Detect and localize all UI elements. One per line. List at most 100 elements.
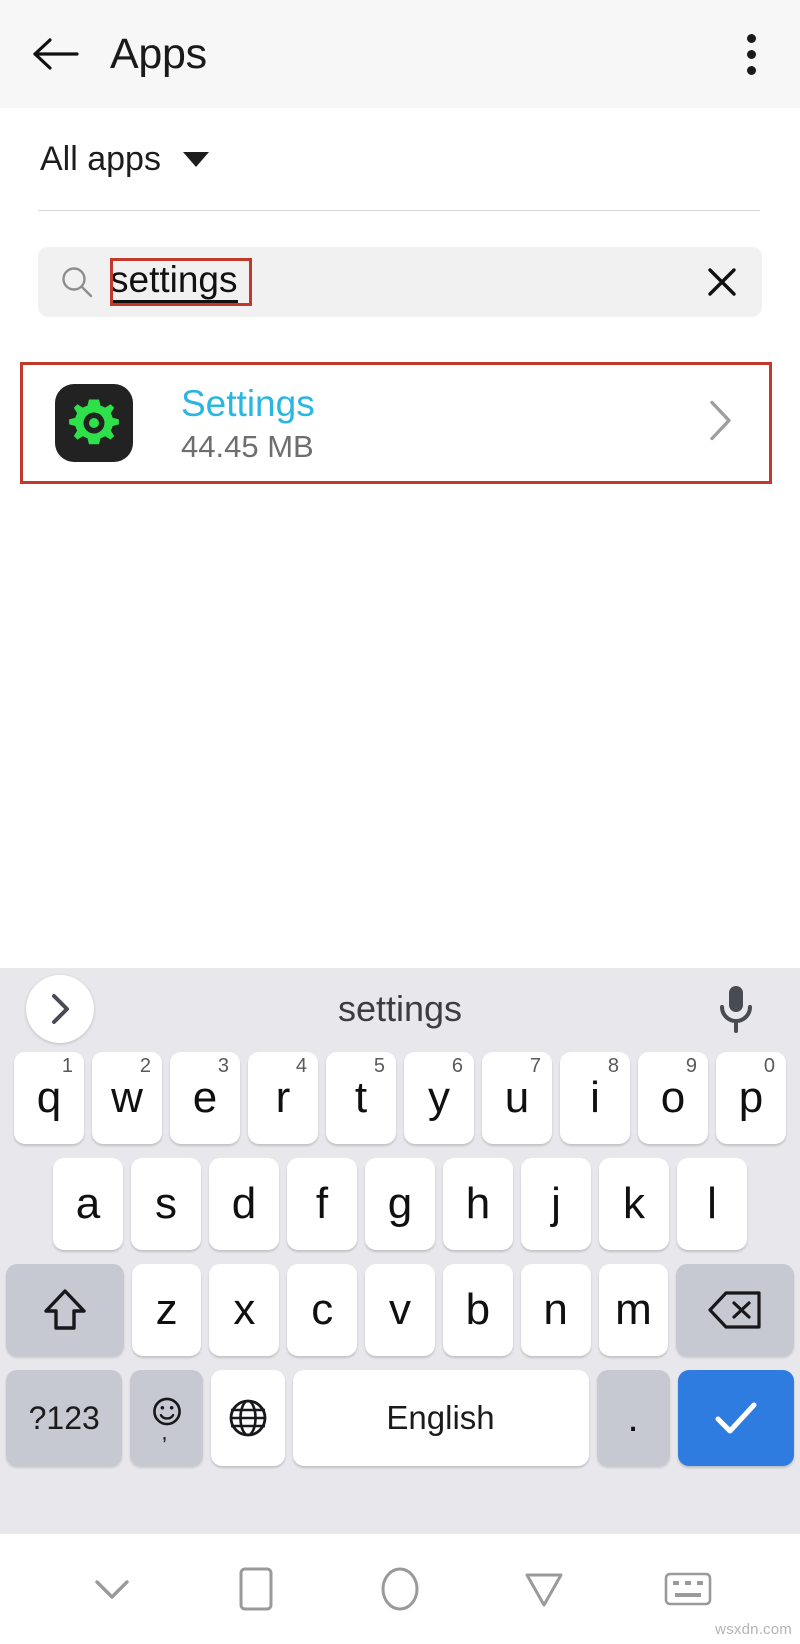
shift-key[interactable] (5, 1264, 124, 1356)
keyboard-row-1: 1 q 2 w 3 e 4 r 5 t 6 y 7 u 8 i 9 o 0 p (6, 1052, 794, 1144)
overflow-menu-button[interactable] (724, 22, 778, 86)
key-k[interactable]: k (599, 1158, 669, 1250)
key-label: e (192, 1073, 218, 1122)
key-i[interactable]: 8 i (560, 1052, 630, 1144)
search-bar[interactable]: settings (38, 247, 762, 317)
keyboard-rows: 1 q 2 w 3 e 4 r 5 t 6 y 7 u 8 i 9 o 0 p … (0, 1052, 800, 1466)
key-b[interactable]: b (442, 1264, 513, 1356)
keyboard-row-2: a s d f g h j k l (6, 1158, 794, 1250)
svg-text:,: , (161, 1419, 167, 1444)
app-result-title: Settings (181, 382, 315, 424)
keyboard-row-4: ?123 , English . (6, 1370, 795, 1466)
switch-keyboard-button[interactable] (646, 1549, 730, 1629)
key-h[interactable]: h (443, 1158, 513, 1250)
circle-icon (381, 1567, 419, 1611)
enter-key[interactable] (677, 1370, 795, 1466)
search-input-wrap[interactable]: settings (110, 247, 682, 317)
key-z[interactable]: z (131, 1264, 202, 1356)
search-icon (62, 267, 93, 298)
emoji-key[interactable]: , (130, 1370, 204, 1466)
key-o[interactable]: 9 o (638, 1052, 708, 1144)
filter-label: All apps (40, 140, 161, 178)
spacebar-key[interactable]: English (292, 1370, 589, 1466)
app-result-row-settings[interactable]: Settings 44.45 MB (20, 362, 772, 484)
key-s[interactable]: s (131, 1158, 201, 1250)
period-key[interactable]: . (596, 1370, 670, 1466)
key-t[interactable]: 5 t (326, 1052, 396, 1144)
more-vertical-icon-dot (746, 65, 756, 75)
key-label: o (660, 1073, 686, 1122)
microphone-icon (720, 986, 752, 1033)
key-hint: 2 (139, 1055, 151, 1077)
key-r[interactable]: 4 r (248, 1052, 318, 1144)
phone-screen: Apps All apps settings Settings 44.45 MB… (0, 0, 800, 1644)
system-navigation-bar (0, 1534, 800, 1644)
voice-input-button[interactable] (710, 980, 762, 1038)
key-label: p (738, 1073, 764, 1122)
clear-search-button[interactable] (682, 247, 762, 317)
key-hint: 0 (763, 1055, 775, 1077)
key-y[interactable]: 6 y (404, 1052, 474, 1144)
keyboard-suggestion-bar: settings (0, 968, 800, 1050)
key-v[interactable]: v (365, 1264, 435, 1356)
chevron-right-icon (710, 400, 731, 441)
key-label: y (428, 1073, 450, 1122)
symbols-key[interactable]: ?123 (6, 1370, 123, 1466)
chevron-down-icon (95, 1580, 129, 1599)
caret-down-icon (182, 152, 209, 167)
recents-button[interactable] (214, 1549, 298, 1629)
app-result-size: 44.45 MB (181, 428, 314, 464)
gear-icon (69, 399, 119, 445)
key-hint: 9 (685, 1055, 697, 1077)
globe-language-icon (229, 1399, 267, 1437)
check-icon (715, 1402, 757, 1434)
key-u[interactable]: 7 u (482, 1052, 552, 1144)
key-w[interactable]: 2 w (92, 1052, 162, 1144)
more-vertical-icon-dot (746, 49, 756, 59)
key-n[interactable]: n (520, 1264, 591, 1356)
keyboard-icon (664, 1572, 712, 1606)
filter-dropdown[interactable]: All apps (0, 108, 800, 211)
key-label: r (275, 1073, 291, 1122)
backspace-key[interactable] (676, 1264, 795, 1356)
key-l[interactable]: l (677, 1158, 747, 1250)
key-hint: 5 (373, 1055, 385, 1077)
triangle-down-icon (525, 1573, 563, 1607)
more-vertical-icon (746, 33, 756, 43)
key-hint: 6 (451, 1055, 463, 1077)
back-button[interactable] (28, 26, 84, 82)
app-result-chevron-button[interactable] (703, 397, 737, 450)
key-e[interactable]: 3 e (170, 1052, 240, 1144)
key-d[interactable]: d (209, 1158, 279, 1250)
key-p[interactable]: 0 p (716, 1052, 786, 1144)
key-f[interactable]: f (287, 1158, 357, 1250)
suggestion-word[interactable]: settings (338, 988, 462, 1030)
back-nav-button[interactable] (502, 1549, 586, 1629)
key-label: u (504, 1073, 530, 1122)
app-bar: Apps (0, 0, 800, 108)
settings-app-icon (55, 384, 133, 462)
hide-keyboard-button[interactable] (70, 1549, 154, 1629)
key-j[interactable]: j (521, 1158, 591, 1250)
home-button[interactable] (358, 1549, 442, 1629)
header-divider (38, 210, 760, 211)
key-label: t (354, 1073, 368, 1122)
key-hint: 1 (61, 1055, 73, 1077)
key-label: w (111, 1073, 143, 1122)
shift-up-icon (44, 1289, 86, 1330)
key-m[interactable]: m (598, 1264, 669, 1356)
key-q[interactable]: 1 q (14, 1052, 84, 1144)
key-g[interactable]: g (365, 1158, 435, 1250)
backspace-icon (708, 1291, 761, 1329)
key-x[interactable]: x (209, 1264, 280, 1356)
key-label: i (590, 1073, 600, 1122)
key-label: q (36, 1073, 62, 1122)
expand-suggestions-button[interactable] (26, 975, 94, 1043)
arrow-left-icon (33, 38, 79, 70)
key-a[interactable]: a (53, 1158, 123, 1250)
search-input[interactable]: settings (110, 260, 238, 304)
chevron-right-icon (52, 994, 69, 1024)
key-c[interactable]: c (287, 1264, 358, 1356)
close-icon (708, 268, 736, 296)
language-key[interactable] (211, 1370, 285, 1466)
